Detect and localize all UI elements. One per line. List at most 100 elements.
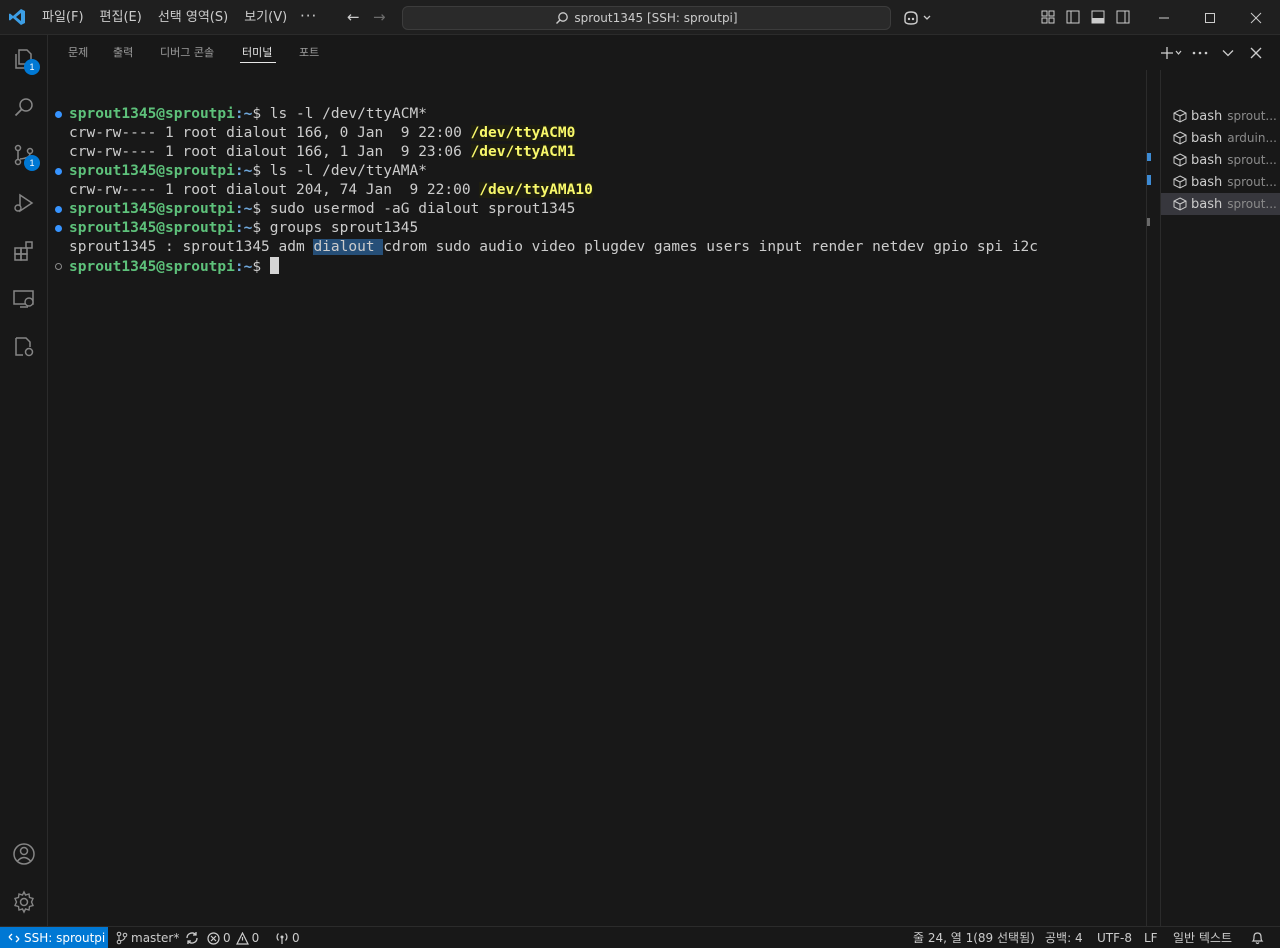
customize-layout-icon[interactable] xyxy=(1040,9,1056,25)
tab-terminal[interactable]: 터미널 xyxy=(242,35,272,70)
close-icon xyxy=(1250,12,1262,23)
tab-ports[interactable]: 포트 xyxy=(299,35,319,70)
panel-more-button[interactable] xyxy=(1186,35,1214,70)
toggle-secondary-sidebar-icon[interactable] xyxy=(1115,9,1131,25)
command-success-icon[interactable] xyxy=(55,206,62,213)
terminal-line: sprout1345 : sprout1345 adm dialout cdro… xyxy=(69,239,1039,255)
gear-icon xyxy=(14,890,34,914)
text-selection: dialout xyxy=(313,239,384,255)
panel: 문제 출력 디버그 콘솔 터미널 포트 sprout1345@sproutpi:… xyxy=(48,35,1280,926)
terminal-line: sprout1345@sproutpi:~$ ls -l /dev/ttyACM… xyxy=(69,106,427,122)
terminal-cursor xyxy=(269,257,279,274)
terminal-line: crw-rw---- 1 root dialout 166, 0 Jan 9 2… xyxy=(69,125,576,141)
active-tab-indicator xyxy=(240,62,276,63)
git-branch-status[interactable]: master* xyxy=(116,927,199,948)
command-success-icon[interactable] xyxy=(55,111,62,118)
eol-status[interactable]: LF xyxy=(1144,927,1158,948)
more-icon xyxy=(1192,51,1208,54)
indentation-status[interactable]: 공백: 4 xyxy=(1045,927,1083,948)
error-icon xyxy=(207,931,220,945)
scroll-marker xyxy=(1147,153,1151,161)
forward-arrow-icon[interactable]: → xyxy=(373,0,386,35)
scroll-marker xyxy=(1147,175,1151,185)
terminal-icon xyxy=(1173,153,1187,167)
close-panel-button[interactable] xyxy=(1242,35,1270,70)
bell-icon xyxy=(1251,932,1264,945)
terminal-tab[interactable]: bash sprout... xyxy=(1161,171,1280,193)
close-button[interactable] xyxy=(1233,0,1279,35)
terminal-line: sprout1345@sproutpi:~$ groups sprout1345 xyxy=(69,220,419,236)
problems-status[interactable]: 0 0 xyxy=(207,927,259,948)
menu-more-button[interactable]: ··· xyxy=(300,0,317,35)
terminal-tab[interactable]: bash sprout... xyxy=(1161,149,1280,171)
git-branch-icon xyxy=(116,931,128,945)
menu-bar: 파일(F) 편집(E) 선택 영역(S) 보기(V) xyxy=(34,0,295,35)
activity-manage[interactable] xyxy=(0,878,48,926)
chevron-down-icon xyxy=(1222,49,1234,56)
terminal-icon xyxy=(1173,197,1187,211)
explorer-badge: 1 xyxy=(24,59,40,75)
menu-view[interactable]: 보기(V) xyxy=(236,0,295,35)
menu-file[interactable]: 파일(F) xyxy=(34,0,92,35)
terminal-tabs-list: bash sprout... bash arduin... bash sprou… xyxy=(1160,70,1280,926)
command-success-icon[interactable] xyxy=(55,168,62,175)
activity-extensions[interactable] xyxy=(0,227,48,275)
back-arrow-icon[interactable]: ← xyxy=(347,0,360,35)
cursor-position-status[interactable]: 줄 24, 열 1(89 선택됨) xyxy=(913,927,1035,948)
activity-search[interactable] xyxy=(0,83,48,131)
panel-actions xyxy=(1156,35,1270,70)
activity-run-debug[interactable] xyxy=(0,179,48,227)
remote-settings-icon xyxy=(15,337,34,357)
maximize-icon xyxy=(1205,12,1215,23)
status-bar: SSH: sproutpi master* 0 0 0 줄 24, 열 1(89 xyxy=(0,926,1280,948)
minimize-icon xyxy=(1159,17,1169,18)
toggle-primary-sidebar-icon[interactable] xyxy=(1065,9,1081,25)
activity-bar: 1 1 xyxy=(0,35,48,926)
tab-debug-console[interactable]: 디버그 콘솔 xyxy=(160,35,214,70)
activity-accounts[interactable] xyxy=(0,830,48,878)
terminal-line: sprout1345@sproutpi:~$ sudo usermod -aG … xyxy=(69,201,576,217)
menu-selection[interactable]: 선택 영역(S) xyxy=(150,0,236,35)
search-icon xyxy=(556,12,569,24)
account-icon xyxy=(13,843,35,865)
remote-icon xyxy=(8,933,20,943)
terminal-tab-active[interactable]: bash sprout... xyxy=(1161,193,1280,215)
remote-indicator[interactable]: SSH: sproutpi xyxy=(0,927,108,948)
command-center-search[interactable]: sprout1345 [SSH: sproutpi] xyxy=(402,6,891,30)
tab-output[interactable]: 출력 xyxy=(113,35,133,70)
toggle-panel-icon[interactable] xyxy=(1090,9,1106,25)
terminal-tab[interactable]: bash arduin... xyxy=(1161,127,1280,149)
command-success-icon[interactable] xyxy=(55,225,62,232)
plus-icon xyxy=(1161,46,1182,59)
encoding-status[interactable]: UTF-8 xyxy=(1097,927,1132,948)
terminal-scrollbar[interactable] xyxy=(1146,70,1160,926)
terminal-icon xyxy=(1173,109,1187,123)
tab-problems[interactable]: 문제 xyxy=(68,35,88,70)
collapse-panel-button[interactable] xyxy=(1214,35,1242,70)
remote-explorer-icon xyxy=(13,290,34,308)
command-pending-icon[interactable] xyxy=(55,263,62,270)
copilot-icon[interactable] xyxy=(902,9,936,27)
terminal-line: crw-rw---- 1 root dialout 166, 1 Jan 9 2… xyxy=(69,144,576,160)
terminal-output[interactable]: sprout1345@sproutpi:~$ ls -l /dev/ttyACM… xyxy=(48,70,1146,926)
activity-remote-settings[interactable] xyxy=(0,323,48,371)
terminal-line: sprout1345@sproutpi:~$ ls -l /dev/ttyAMA… xyxy=(69,163,427,179)
language-mode-status[interactable]: 일반 텍스트 xyxy=(1173,927,1232,948)
activity-remote-explorer[interactable] xyxy=(0,275,48,323)
layout-controls xyxy=(1040,9,1131,25)
scm-badge: 1 xyxy=(24,155,40,171)
minimize-button[interactable] xyxy=(1141,0,1187,35)
terminal-tab[interactable]: bash sprout... xyxy=(1161,105,1280,127)
broadcast-icon xyxy=(276,933,288,944)
notifications-button[interactable] xyxy=(1251,927,1264,948)
activity-source-control[interactable]: 1 xyxy=(0,131,48,179)
new-terminal-button[interactable] xyxy=(1156,35,1186,70)
search-icon xyxy=(14,98,33,117)
maximize-button[interactable] xyxy=(1187,0,1233,35)
scroll-marker xyxy=(1147,218,1150,226)
run-debug-icon xyxy=(14,193,34,213)
warning-icon xyxy=(235,931,249,945)
menu-edit[interactable]: 편집(E) xyxy=(92,0,150,35)
ports-status[interactable]: 0 xyxy=(275,927,300,948)
activity-explorer[interactable]: 1 xyxy=(0,35,48,83)
